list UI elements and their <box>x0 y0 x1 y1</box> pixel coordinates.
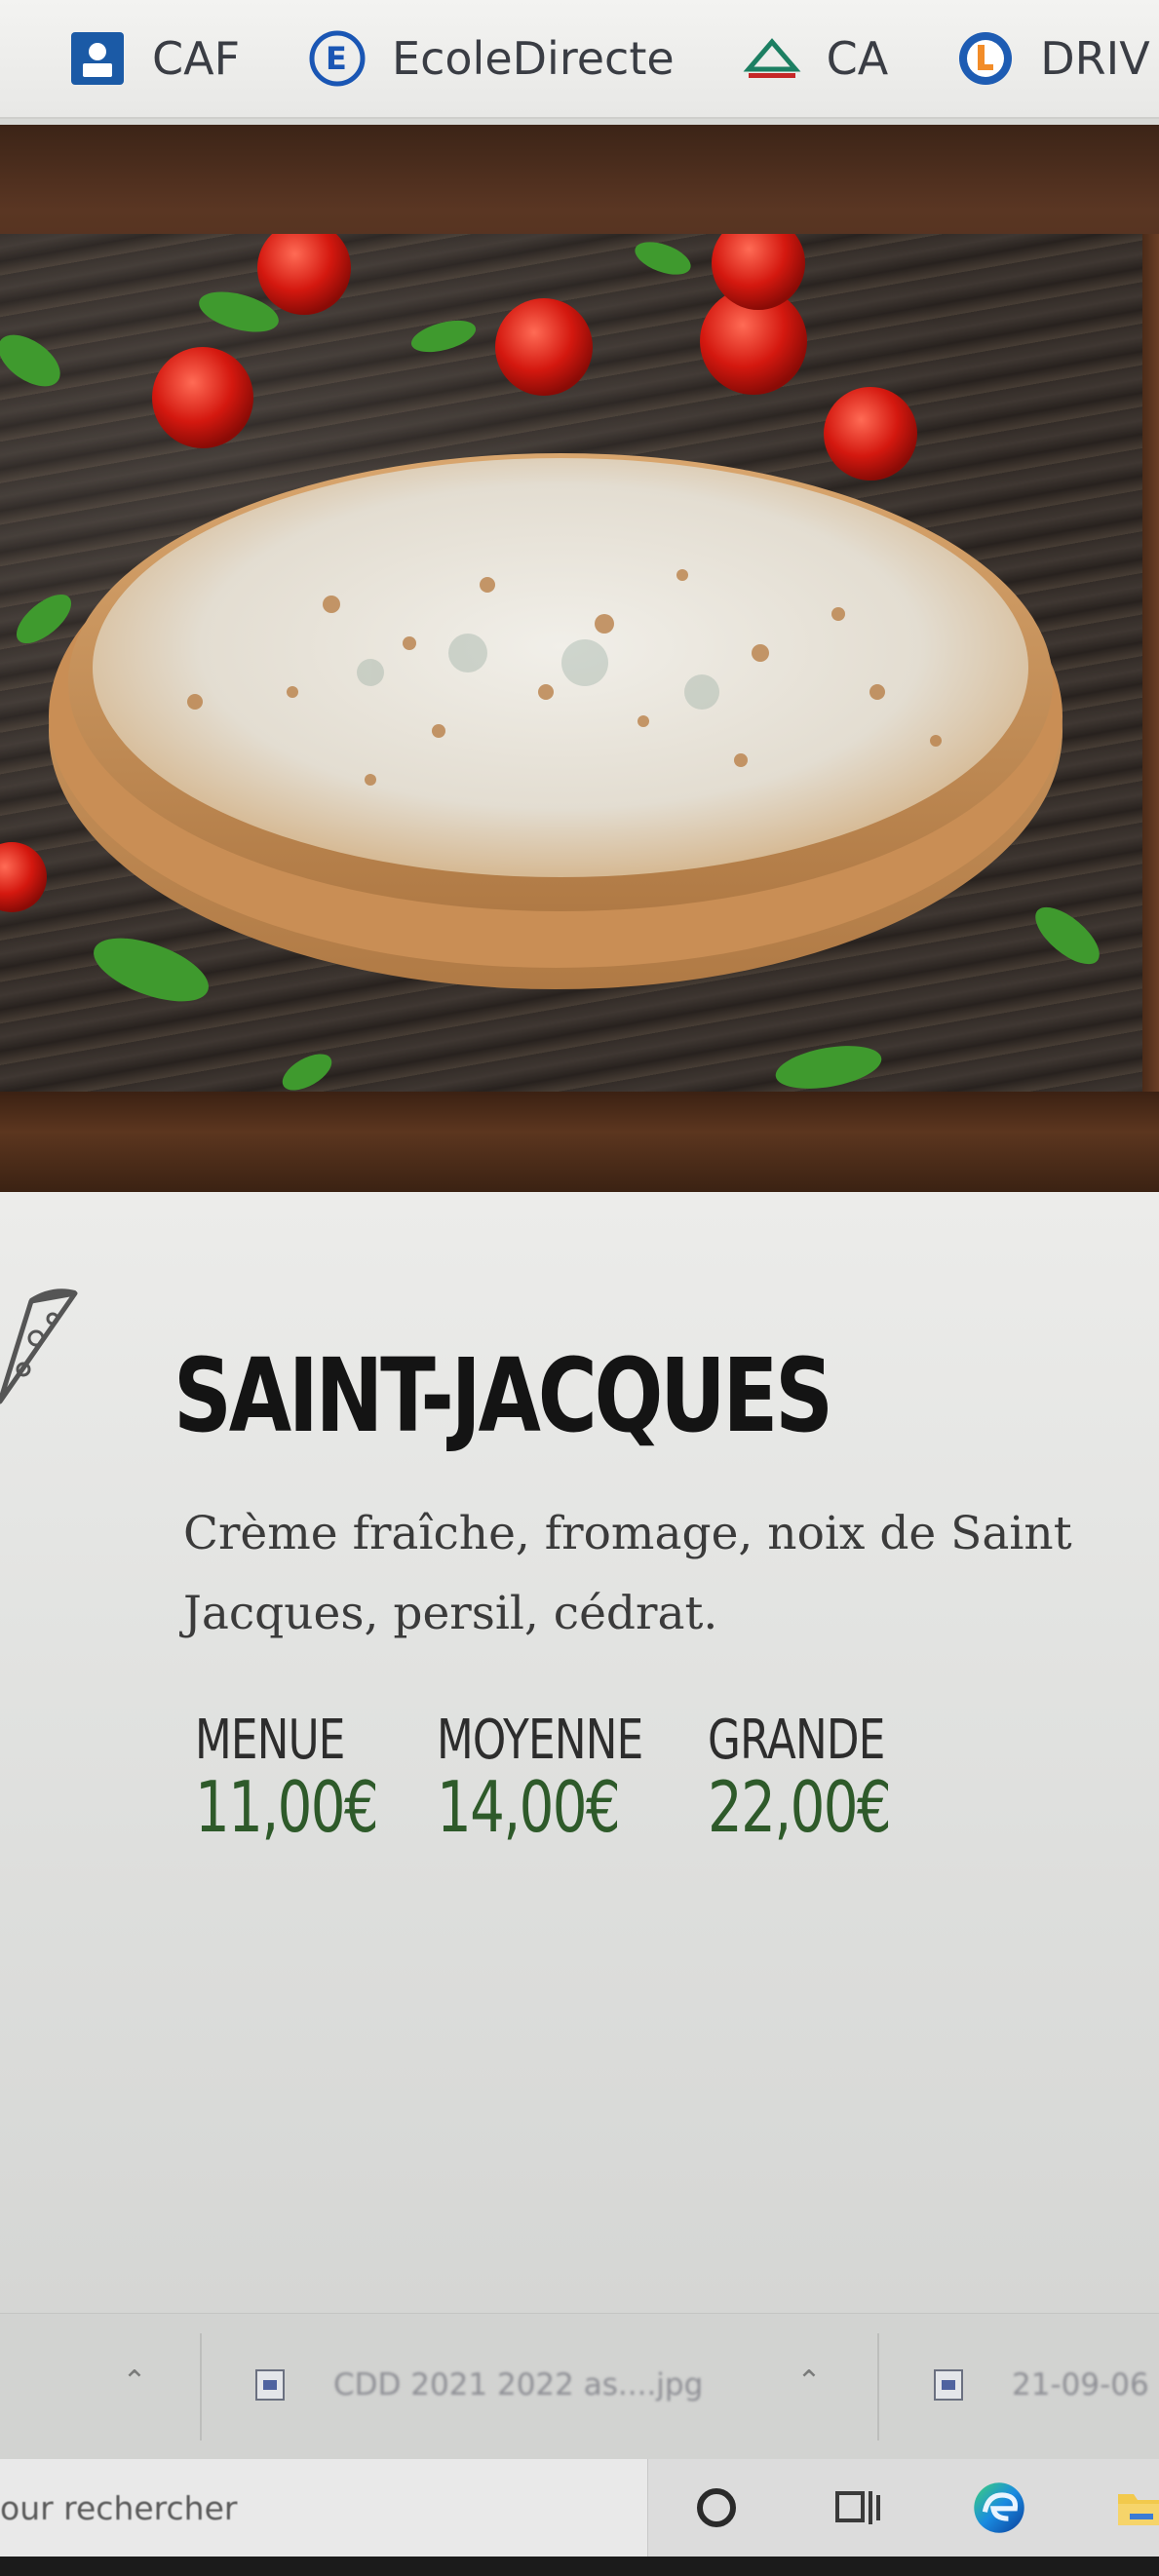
bookmarks-bar: CAF E EcoleDirecte CA DRIV <box>0 0 1159 119</box>
bookmark-label: CA <box>826 32 889 85</box>
product-card: SAINT-JACQUES Crème fraîche, fromage, no… <box>0 1192 1159 2313</box>
caf-icon <box>68 29 127 88</box>
bookmark-label: DRIV <box>1040 32 1150 85</box>
taskbar: our rechercher <box>0 2459 1159 2557</box>
divider <box>877 2333 879 2441</box>
size-option[interactable]: MOYENNE 14,00€ <box>437 1709 682 1848</box>
product-title: SAINT-JACQUES <box>174 1336 833 1455</box>
product-photo-frame <box>0 125 1159 1192</box>
task-view-icon[interactable] <box>827 2479 885 2537</box>
download-filename: CDD 2021 2022 as....jpg <box>333 2367 704 2403</box>
frame-edge <box>1142 234 1159 1092</box>
edge-browser-icon[interactable] <box>970 2479 1028 2537</box>
bookmark-ca[interactable]: CA <box>743 19 889 97</box>
bookmark-ecoledirecte[interactable]: E EcoleDirecte <box>308 19 675 97</box>
size-label: MENUE <box>195 1709 345 1772</box>
image-file-icon <box>255 2369 285 2401</box>
pizza-slice-icon <box>0 1280 85 1406</box>
size-option[interactable]: GRANDE 22,00€ <box>708 1709 932 1848</box>
chevron-up-icon[interactable]: ⌃ <box>790 2365 829 2398</box>
bookmark-label: CAF <box>152 32 241 85</box>
download-item[interactable]: CDD 2021 2022 as....jpg <box>255 2367 703 2403</box>
leclerc-icon <box>956 29 1015 88</box>
taskbar-search-input[interactable]: our rechercher <box>0 2459 648 2557</box>
size-price: 22,00€ <box>708 1766 892 1848</box>
download-item[interactable]: 21-09-06 <box>934 2367 1149 2403</box>
screen-bezel <box>0 2557 1159 2576</box>
download-bar: ⌃ CDD 2021 2022 as....jpg ⌃ 21-09-06 <box>0 2313 1159 2459</box>
svg-text:E: E <box>326 40 347 77</box>
cortana-icon[interactable] <box>687 2479 746 2537</box>
price-table: MENUE 11,00€ MOYENNE 14,00€ GRANDE 22,00… <box>195 1709 957 1848</box>
download-filename: 21-09-06 <box>1012 2367 1149 2403</box>
size-price: 14,00€ <box>437 1766 621 1848</box>
product-description: Crème fraîche, fromage, noix de Saint Ja… <box>183 1507 1072 1640</box>
credit-agricole-icon <box>743 29 801 88</box>
image-file-icon <box>934 2369 963 2401</box>
size-option[interactable]: MENUE 11,00€ <box>195 1709 411 1848</box>
divider <box>200 2333 202 2441</box>
search-placeholder: our rechercher <box>0 2488 238 2527</box>
chevron-up-icon[interactable]: ⌃ <box>115 2365 154 2398</box>
size-label: MOYENNE <box>437 1709 643 1772</box>
file-explorer-icon[interactable] <box>1111 2479 1159 2537</box>
bookmark-caf[interactable]: CAF <box>68 19 240 97</box>
size-label: GRANDE <box>708 1709 885 1772</box>
frame-edge <box>0 1092 1159 1192</box>
pizza-photo <box>0 234 1142 1092</box>
bookmark-label: EcoleDirecte <box>392 32 675 85</box>
bookmark-driv[interactable]: DRIV <box>956 19 1150 97</box>
size-price: 11,00€ <box>195 1766 379 1848</box>
ecoledirecte-icon: E <box>308 29 367 88</box>
